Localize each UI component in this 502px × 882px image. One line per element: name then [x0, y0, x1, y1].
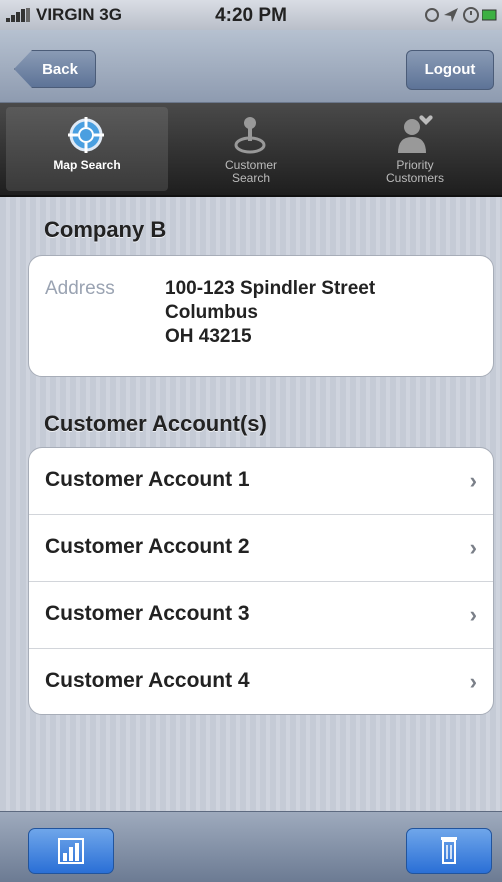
tab-priority-customers[interactable]: Priority Customers: [334, 107, 496, 191]
back-button[interactable]: Back: [14, 50, 96, 88]
list-item-label: Customer Account 3: [45, 602, 250, 625]
tab-customer-search[interactable]: Customer Search: [170, 107, 332, 191]
list-item-label: Customer Account 2: [45, 535, 250, 558]
address-line-2: Columbus: [165, 302, 258, 323]
alarm-icon: [463, 7, 479, 23]
status-bar: VIRGIN 3G 4:20 PM: [0, 0, 502, 30]
lock-rotation-icon: [425, 8, 439, 22]
tab-map-search[interactable]: Map Search: [6, 107, 168, 191]
chevron-right-icon: ›: [469, 669, 477, 694]
tab-bar: Map Search Customer Search Priority Cust…: [0, 103, 502, 197]
chart-button[interactable]: [28, 828, 114, 874]
battery-icon: [482, 9, 497, 21]
tab-label: Map Search: [53, 158, 121, 172]
chevron-right-icon: ›: [469, 468, 477, 493]
crosshair-icon: [68, 117, 104, 153]
trash-icon: [441, 837, 457, 864]
bottom-toolbar: [0, 811, 502, 882]
address-card: Address 100-123 Spindler Street Columbus…: [28, 255, 494, 377]
list-item-label: Customer Account 4: [45, 669, 250, 692]
joystick-icon: [234, 117, 266, 154]
chevron-right-icon: ›: [469, 602, 477, 627]
company-title: Company B: [44, 217, 167, 242]
tab-label-line2: Customers: [385, 171, 444, 185]
address-label: Address: [45, 278, 115, 299]
logout-button[interactable]: Logout: [406, 50, 494, 90]
navigation-bar: Back Logout: [0, 30, 502, 103]
list-item[interactable]: Customer Account 4 ›: [29, 649, 493, 715]
content-area: Company B Address 100-123 Spindler Stree…: [0, 197, 502, 811]
location-arrow-icon: [444, 8, 458, 22]
list-item[interactable]: Customer Account 1 ›: [29, 448, 493, 515]
bar-chart-icon: [58, 838, 84, 864]
list-item[interactable]: Customer Account 2 ›: [29, 515, 493, 582]
accounts-title: Customer Account(s): [44, 411, 267, 436]
address-line-3: OH 43215: [165, 326, 252, 347]
person-heart-icon: [398, 115, 433, 153]
delete-button[interactable]: [406, 828, 492, 874]
list-item[interactable]: Customer Account 3 ›: [29, 582, 493, 649]
list-item-label: Customer Account 1: [45, 468, 250, 491]
chevron-right-icon: ›: [469, 535, 477, 560]
tab-label-line2: Search: [231, 171, 271, 185]
address-line-1: 100-123 Spindler Street: [165, 278, 376, 299]
accounts-list: Customer Account 1 › Customer Account 2 …: [28, 447, 494, 715]
